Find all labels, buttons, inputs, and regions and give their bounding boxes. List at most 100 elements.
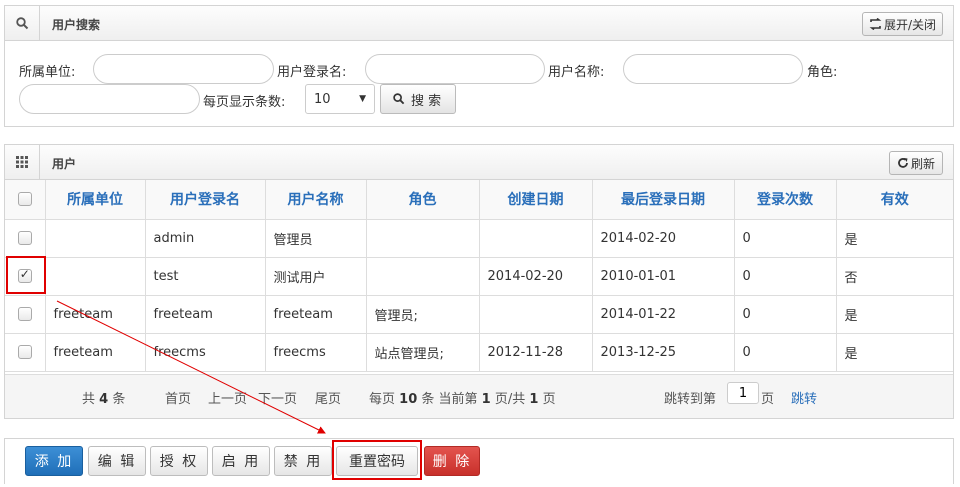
pagesize-value: 10 [314,91,331,107]
cell-valid: 是 [835,294,953,334]
table-panel-title: 用户 [52,157,77,171]
cell-login: freecms [144,332,266,372]
column-header[interactable]: 角色 [365,180,480,220]
user-table-panel: 用户 刷新 所属单位 用户登录名 用户名称 角色 创建日期 最后登录日期 登录次… [4,144,954,419]
row-checkbox[interactable] [17,231,32,245]
table-panel-header: 用户 刷新 [5,145,953,180]
search-icon [5,6,40,40]
table-header-row: 所属单位 用户登录名 用户名称 角色 创建日期 最后登录日期 登录次数 有效 [5,180,953,220]
action-toolbar: 添 加 编 辑 授 权 启 用 禁 用 重置密码 删 除 [4,438,954,484]
cell-role [365,218,480,258]
column-header[interactable]: 最后登录日期 [591,180,735,220]
table-row[interactable]: freeteam freeteam freeteam 管理员; 2014-01-… [5,294,953,334]
cell-role: 站点管理员; [365,332,480,372]
delete-button[interactable]: 删 除 [424,446,480,476]
table-row[interactable]: admin 管理员 2014-02-20 0 是 [5,218,953,258]
grant-button[interactable]: 授 权 [150,446,208,476]
column-header[interactable]: 创建日期 [478,180,593,220]
refresh-icon [898,158,908,168]
cell-name: 测试用户 [264,256,367,296]
user-table: 所属单位 用户登录名 用户名称 角色 创建日期 最后登录日期 登录次数 有效 a… [5,180,953,372]
cell-last-login: 2014-02-20 [591,218,735,258]
cell-count: 0 [733,256,837,296]
cell-count: 0 [733,218,837,258]
select-all-checkbox[interactable] [17,192,32,207]
search-button[interactable]: 搜 索 [380,84,456,114]
cell-unit [44,218,146,258]
cell-login: admin [144,218,266,258]
grid-icon [5,145,40,179]
pagesize-label: 每页显示条数: [203,95,286,110]
cell-created [478,218,593,258]
enable-button[interactable]: 启 用 [212,446,270,476]
pagesize-select[interactable]: 10 ▼ [305,84,375,114]
toggle-icon [869,18,882,30]
page-info: 每页 10 条 当前第 1 页/共 1 页 [369,392,556,407]
toggle-button[interactable]: 展开/关闭 [861,12,943,36]
cell-valid: 是 [835,218,953,258]
select-all-cell[interactable] [5,180,46,220]
cell-created: 2012-11-28 [478,332,593,372]
cell-valid: 是 [835,332,953,372]
cell-unit [44,256,146,296]
jump-button[interactable]: 跳转 [791,388,817,407]
cell-login: freeteam [144,294,266,334]
cell-role [365,256,480,296]
edit-button[interactable]: 编 辑 [88,446,146,476]
jump-suffix: 页 [761,392,775,407]
column-header[interactable]: 所属单位 [44,180,146,220]
refresh-button[interactable]: 刷新 [888,151,943,175]
table-row[interactable]: freeteam freecms freecms 站点管理员; 2012-11-… [5,332,953,372]
column-header[interactable]: 用户名称 [264,180,367,220]
toggle-label: 展开/关闭 [883,17,936,32]
table-row[interactable]: test 测试用户 2014-02-20 2010-01-01 0 否 [5,256,953,296]
cell-last-login: 2014-01-22 [591,294,735,334]
row-checkbox[interactable] [17,345,32,359]
first-page-link[interactable]: 首页 [165,388,191,407]
disable-button[interactable]: 禁 用 [274,446,332,476]
cell-unit: freeteam [44,332,146,372]
last-page-link[interactable]: 尾页 [315,388,341,407]
login-label: 用户登录名: [277,65,347,80]
unit-input[interactable] [93,54,274,84]
row-select-cell[interactable] [5,332,46,372]
search-panel-title: 用户搜索 [52,18,101,32]
column-header[interactable]: 登录次数 [733,180,837,220]
row-select-cell[interactable] [5,218,46,258]
cell-created [478,294,593,334]
name-input[interactable] [623,54,803,84]
row-checkbox[interactable] [17,307,32,321]
row-select-cell[interactable] [5,294,46,334]
search-button-label: 搜 索 [411,93,442,109]
jump-label: 跳转到第 [664,392,717,407]
search-panel-header: 用户搜索 展开/关闭 [5,6,953,41]
name-label: 用户名称: [548,65,605,80]
cell-name: freeteam [264,294,367,334]
search-panel: 用户搜索 展开/关闭 所属单位: 用户登录名: 用户名称: 角色: 每页显示条数… [4,5,954,127]
refresh-label: 刷新 [910,156,935,171]
add-button[interactable]: 添 加 [25,446,83,476]
cell-created: 2014-02-20 [478,256,593,296]
cell-last-login: 2010-01-01 [591,256,735,296]
cell-last-login: 2013-12-25 [591,332,735,372]
pagination-bar: 共 4 条 首页 上一页 下一页 尾页 每页 10 条 当前第 1 页/共 1 … [5,374,953,418]
cell-count: 0 [733,294,837,334]
cell-unit: freeteam [44,294,146,334]
column-header[interactable]: 有效 [835,180,953,220]
next-page-link[interactable]: 下一页 [258,388,297,407]
unit-label: 所属单位: [19,65,76,80]
total-count: 共 4 条 [82,392,126,407]
jump-page-input[interactable] [727,382,759,404]
cell-valid: 否 [835,256,953,296]
dropdown-arrow-icon: ▼ [359,94,366,104]
column-header[interactable]: 用户登录名 [144,180,266,220]
annotation-highlight-checkbox [6,256,46,294]
cell-login: test [144,256,266,296]
cell-name: 管理员 [264,218,367,258]
cell-count: 0 [733,332,837,372]
role-label: 角色: [807,65,838,80]
login-input[interactable] [365,54,545,84]
role-input[interactable] [19,84,200,114]
prev-page-link[interactable]: 上一页 [208,388,247,407]
search-icon [393,93,405,105]
